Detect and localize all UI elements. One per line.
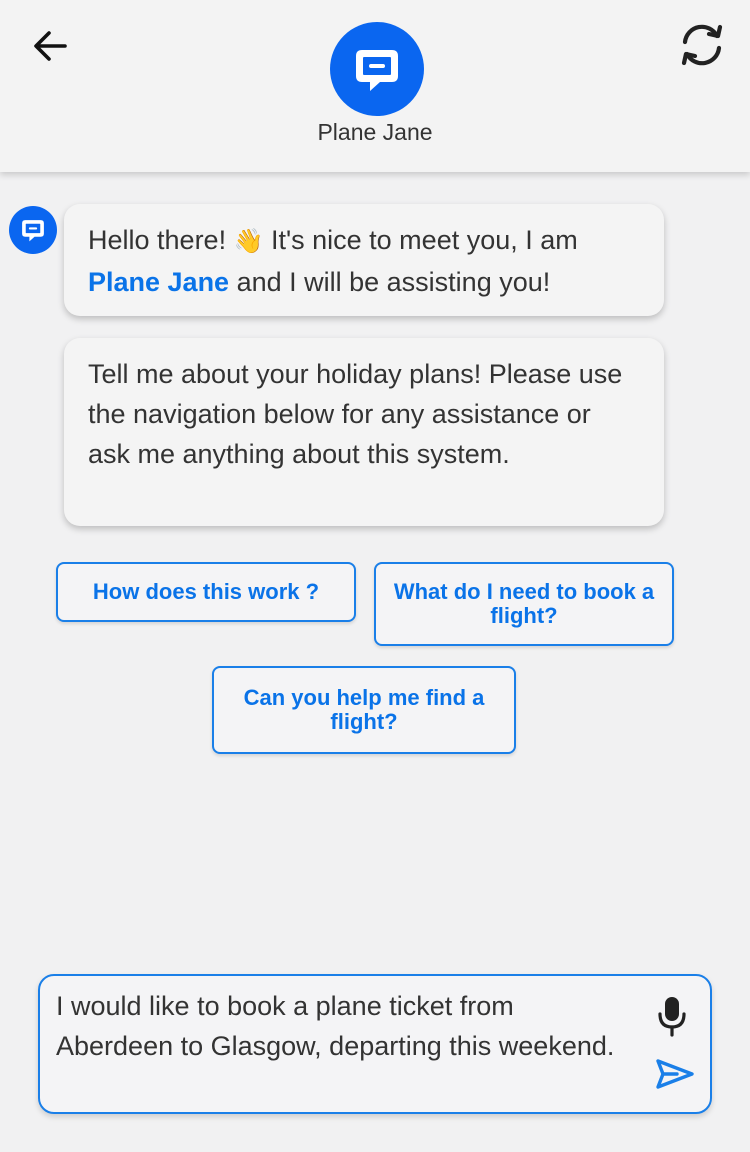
chat-bubble-icon bbox=[22, 220, 44, 242]
suggestion-find-flight[interactable]: Can you help me find a flight? bbox=[212, 666, 516, 754]
suggestion-what-do-i-need[interactable]: What do I need to book a flight? bbox=[374, 562, 674, 646]
chat-app: Plane Jane Hello there! 👋 It's nice to m… bbox=[0, 0, 750, 1152]
suggestion-label: How does this work ? bbox=[92, 579, 320, 604]
microphone-icon bbox=[658, 997, 686, 1037]
message-input[interactable]: I would like to book a plane ticket from… bbox=[56, 986, 616, 1066]
message-text: It's nice to meet you, I am bbox=[263, 225, 578, 255]
refresh-icon bbox=[681, 24, 723, 66]
arrow-left-icon bbox=[34, 31, 67, 61]
message-text: Tell me about your holiday plans! Please… bbox=[88, 359, 623, 469]
message-text: Hello there! bbox=[88, 225, 234, 255]
chat-bubble-icon bbox=[356, 50, 398, 91]
message-text: and I will be assisting you! bbox=[229, 267, 551, 297]
bot-message: Tell me about your holiday plans! Please… bbox=[64, 338, 664, 526]
suggestion-how-does-this-work[interactable]: How does this work ? bbox=[56, 562, 356, 622]
message-composer: I would like to book a plane ticket from… bbox=[38, 974, 712, 1114]
chat-header: Plane Jane bbox=[0, 0, 750, 172]
refresh-button[interactable] bbox=[674, 18, 730, 72]
bot-avatar bbox=[330, 22, 424, 116]
suggestion-label: What do I need to book a flight? bbox=[393, 579, 655, 628]
back-button[interactable] bbox=[28, 24, 72, 68]
send-button[interactable] bbox=[652, 1054, 698, 1094]
send-icon bbox=[656, 1059, 694, 1089]
suggestion-label: Can you help me find a flight? bbox=[243, 685, 485, 734]
bot-name: Plane Jane bbox=[317, 119, 433, 145]
bot-message: Hello there! 👋 It's nice to meet you, I … bbox=[64, 204, 664, 316]
waving-hand-emoji: 👋 bbox=[233, 228, 264, 255]
message-bot-avatar bbox=[9, 206, 57, 254]
microphone-button[interactable] bbox=[652, 992, 692, 1040]
bot-name-highlight: Plane Jane bbox=[88, 267, 230, 297]
